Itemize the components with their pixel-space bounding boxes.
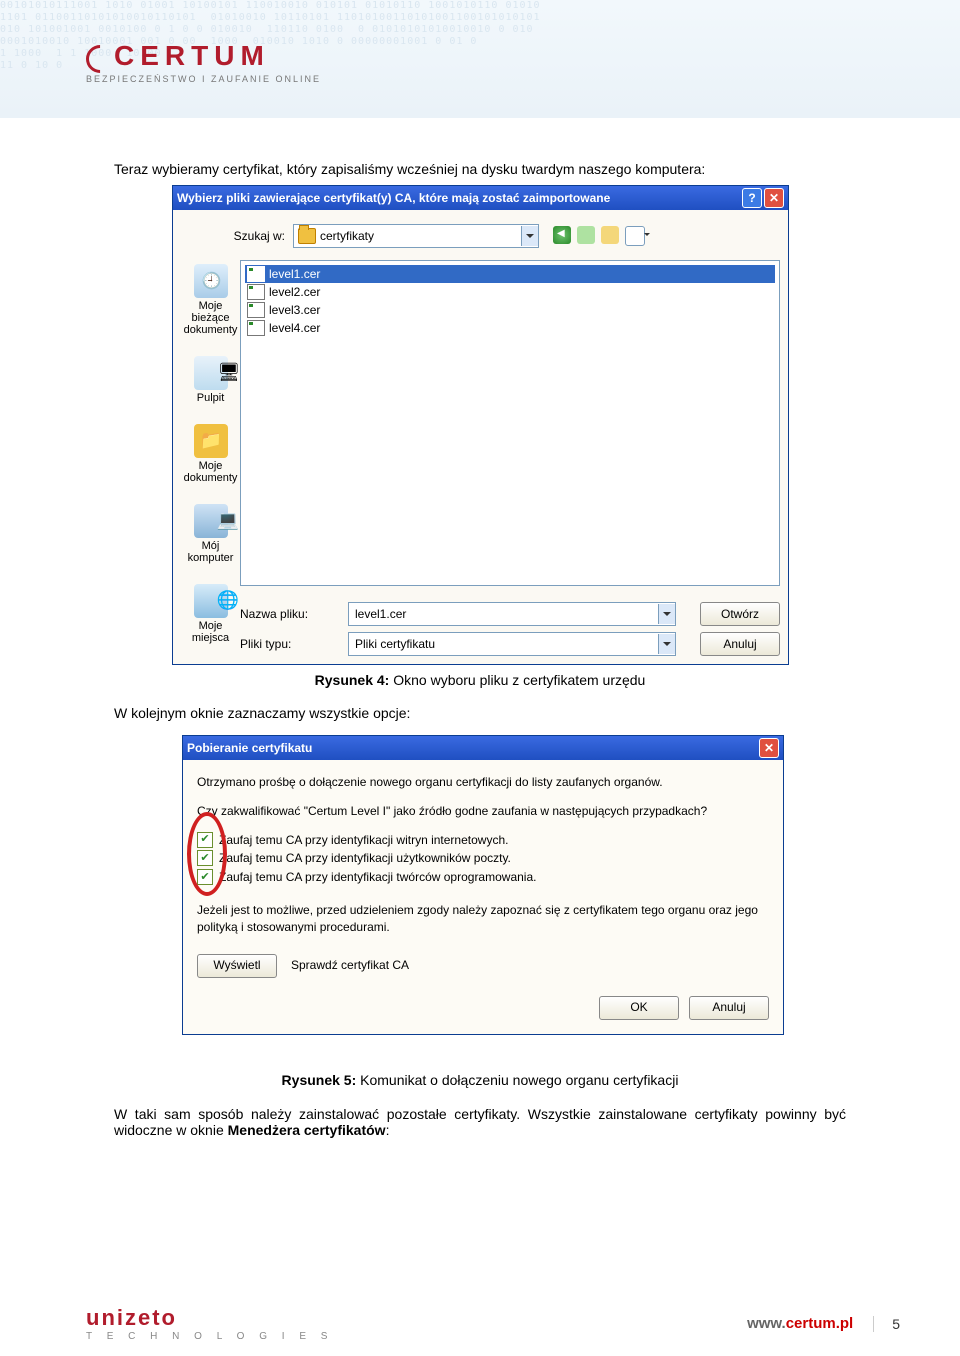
trust-software-checkbox[interactable]: ✔Zaufaj temu CA przy identyfikacji twórc… bbox=[197, 869, 769, 886]
file-open-dialog: Wybierz pliki zawierające certyfikat(y) … bbox=[172, 185, 789, 665]
cancel-button[interactable]: Anuluj bbox=[689, 996, 769, 1020]
d2-p1: Otrzymano prośbę o dołączenie nowego org… bbox=[197, 774, 769, 791]
file-item[interactable]: level2.cer bbox=[245, 283, 775, 301]
place-computer[interactable]: Mój komputer bbox=[181, 504, 240, 564]
mid-text: W kolejnym oknie zaznaczamy wszystkie op… bbox=[114, 705, 846, 721]
dropdown-arrow-icon bbox=[521, 226, 538, 246]
view-menu-icon[interactable] bbox=[625, 226, 645, 246]
d2-question: Czy zakwalifikować "Certum Level I" jako… bbox=[197, 803, 769, 820]
footer-url: www.certum.pl bbox=[747, 1315, 853, 1332]
close-button[interactable]: ✕ bbox=[759, 738, 779, 758]
page-number: 5 bbox=[873, 1316, 900, 1332]
cert-icon bbox=[247, 302, 265, 318]
cancel-button[interactable]: Anuluj bbox=[700, 632, 780, 656]
highlight-circle bbox=[187, 812, 227, 896]
dropdown-arrow-icon bbox=[658, 634, 675, 654]
place-recent[interactable]: Moje bieżące dokumenty bbox=[181, 264, 240, 336]
d2-p2: Jeżeli jest to możliwe, przed udzielenie… bbox=[197, 902, 769, 936]
open-button[interactable]: Otwórz bbox=[700, 602, 780, 626]
desktop-icon bbox=[194, 356, 228, 390]
outro-text: W taki sam sposób należy zainstalować po… bbox=[114, 1106, 846, 1138]
page-footer: unizeto T E C H N O L O G I E S www.cert… bbox=[0, 1305, 960, 1342]
lookin-dropdown[interactable]: certyfikaty bbox=[293, 224, 539, 248]
figure-caption-2: Rysunek 5: Komunikat o dołączeniu nowego… bbox=[0, 1072, 960, 1088]
cert-icon bbox=[247, 266, 265, 282]
brand-slogan: BEZPIECZEŃSTWO I ZAUFANIE ONLINE bbox=[86, 74, 321, 84]
figure-caption-1: Rysunek 4: Okno wyboru pliku z certyfika… bbox=[0, 672, 960, 688]
dialog-title: Wybierz pliki zawierające certyfikat(y) … bbox=[177, 191, 742, 205]
download-cert-dialog: Pobieranie certyfikatu ✕ Otrzymano prośb… bbox=[182, 735, 784, 1035]
page-header: 00101010111001 1010 01001 10100101 11001… bbox=[0, 0, 960, 118]
unizeto-logo: unizeto T E C H N O L O G I E S bbox=[86, 1305, 333, 1342]
dropdown-arrow-icon bbox=[658, 604, 675, 624]
file-item[interactable]: level4.cer bbox=[245, 319, 775, 337]
file-item[interactable]: level1.cer bbox=[245, 265, 775, 283]
recent-icon bbox=[194, 264, 228, 298]
computer-icon bbox=[194, 504, 228, 538]
filename-label: Nazwa pliku: bbox=[240, 607, 348, 621]
view-button[interactable]: Wyświetl bbox=[197, 954, 277, 978]
intro-text: Teraz wybieramy certyfikat, który zapisa… bbox=[114, 161, 846, 177]
folder-icon bbox=[298, 228, 316, 244]
place-network[interactable]: Moje miejsca bbox=[181, 584, 240, 644]
file-list[interactable]: level1.cer level2.cer level3.cer level4.… bbox=[240, 260, 780, 586]
back-icon[interactable] bbox=[553, 226, 571, 244]
file-item[interactable]: level3.cer bbox=[245, 301, 775, 319]
network-icon bbox=[194, 584, 228, 618]
dialog2-titlebar: Pobieranie certyfikatu ✕ bbox=[183, 736, 783, 760]
brand-name: CERTUM bbox=[114, 40, 270, 72]
new-folder-icon[interactable] bbox=[601, 226, 619, 244]
filetype-dropdown[interactable]: Pliki certyfikatu bbox=[348, 632, 676, 656]
places-bar: Moje bieżące dokumenty Pulpit Moje dokum… bbox=[181, 260, 240, 656]
trust-mail-checkbox[interactable]: ✔Zaufaj temu CA przy identyfikacji użytk… bbox=[197, 850, 769, 867]
trust-websites-checkbox[interactable]: ✔Zaufaj temu CA przy identyfikacji witry… bbox=[197, 832, 769, 849]
documents-icon bbox=[194, 424, 228, 458]
view-hint: Sprawdź certyfikat CA bbox=[291, 957, 409, 974]
lookin-label: Szukaj w: bbox=[181, 229, 293, 243]
dialog2-title: Pobieranie certyfikatu bbox=[187, 741, 312, 755]
cert-icon bbox=[247, 320, 265, 336]
lookin-value: certyfikaty bbox=[320, 229, 374, 243]
certum-icon bbox=[86, 45, 108, 67]
up-icon[interactable] bbox=[577, 226, 595, 244]
ok-button[interactable]: OK bbox=[599, 996, 679, 1020]
filetype-label: Pliki typu: bbox=[240, 637, 348, 651]
dialog-titlebar: Wybierz pliki zawierające certyfikat(y) … bbox=[173, 186, 788, 210]
cert-icon bbox=[247, 284, 265, 300]
certum-logo: CERTUM BEZPIECZEŃSTWO I ZAUFANIE ONLINE bbox=[86, 40, 321, 84]
help-button[interactable]: ? bbox=[742, 188, 762, 208]
filename-input[interactable]: level1.cer bbox=[348, 602, 676, 626]
place-docs[interactable]: Moje dokumenty bbox=[181, 424, 240, 484]
place-desktop[interactable]: Pulpit bbox=[194, 356, 228, 404]
close-button[interactable]: ✕ bbox=[764, 188, 784, 208]
